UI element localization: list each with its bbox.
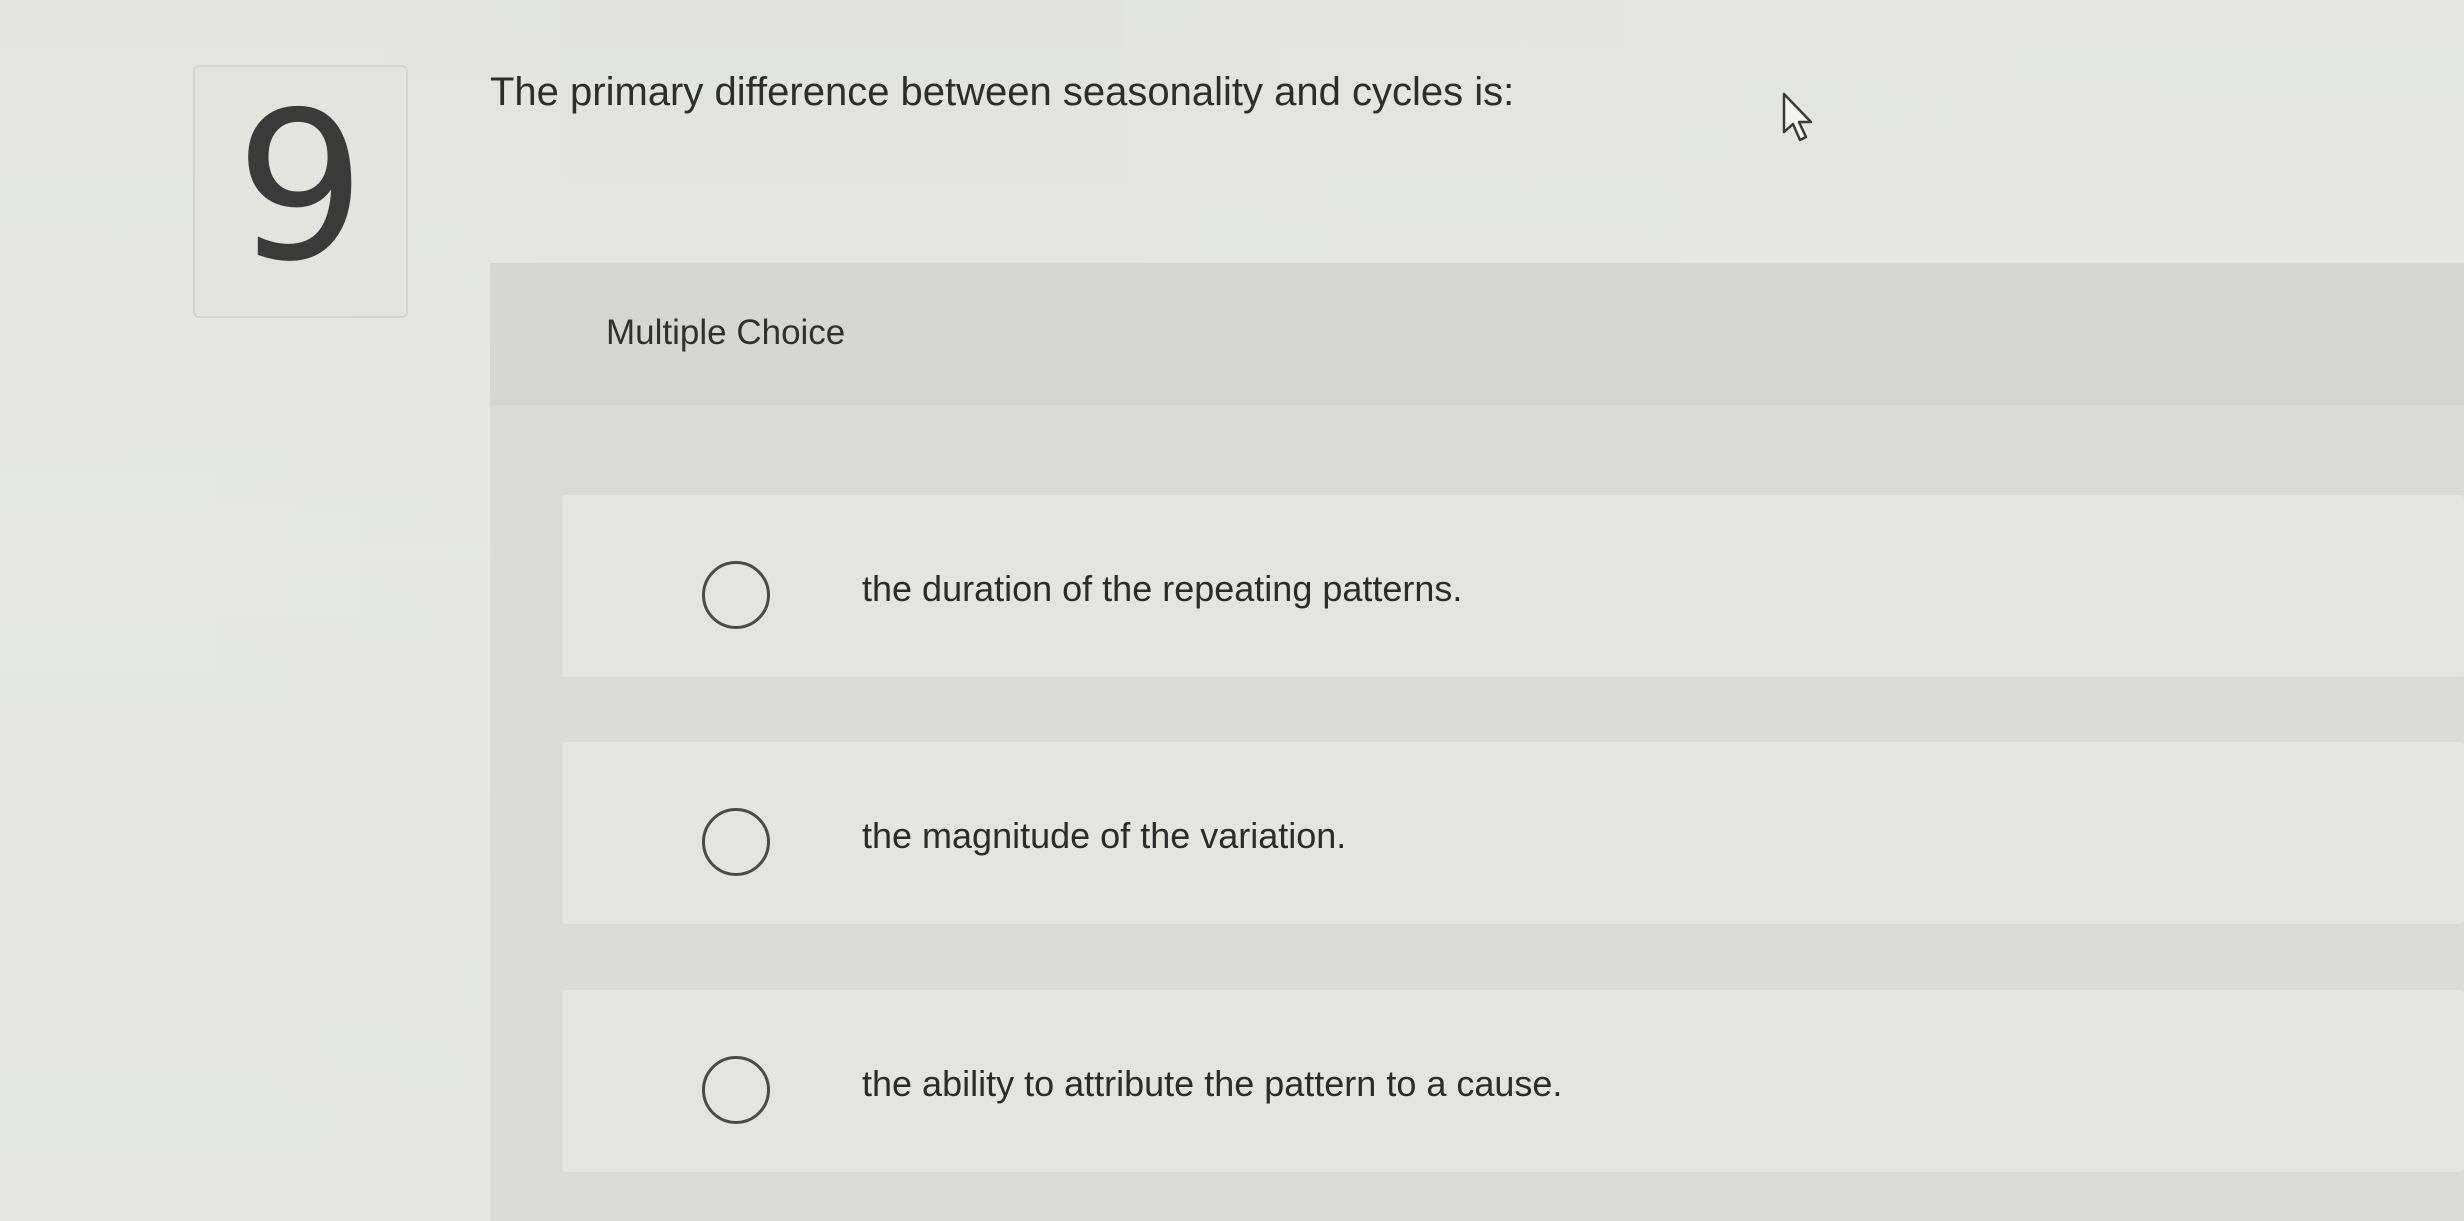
question-number: 9 [235,69,366,307]
choice-label: the ability to attribute the pattern to … [862,1063,1563,1104]
choice-option-1[interactable]: the duration of the repeating patterns. [562,495,2464,677]
radio-unchecked-icon[interactable] [702,561,770,629]
choice-label: the magnitude of the variation. [862,815,1347,856]
question-number-box: 9 [193,65,408,318]
answer-panel-header: Multiple Choice [490,263,2464,405]
cursor-arrow-icon [1782,92,1813,142]
choice-label: the duration of the repeating patterns. [862,568,1463,609]
radio-unchecked-icon[interactable] [702,808,770,876]
choice-option-2[interactable]: the magnitude of the variation. [562,742,2464,924]
question-prompt: The primary difference between seasonali… [490,70,1515,114]
radio-unchecked-icon[interactable] [702,1056,770,1124]
choice-option-3[interactable]: the ability to attribute the pattern to … [562,990,2464,1172]
question-type-label: Multiple Choice [606,313,846,352]
